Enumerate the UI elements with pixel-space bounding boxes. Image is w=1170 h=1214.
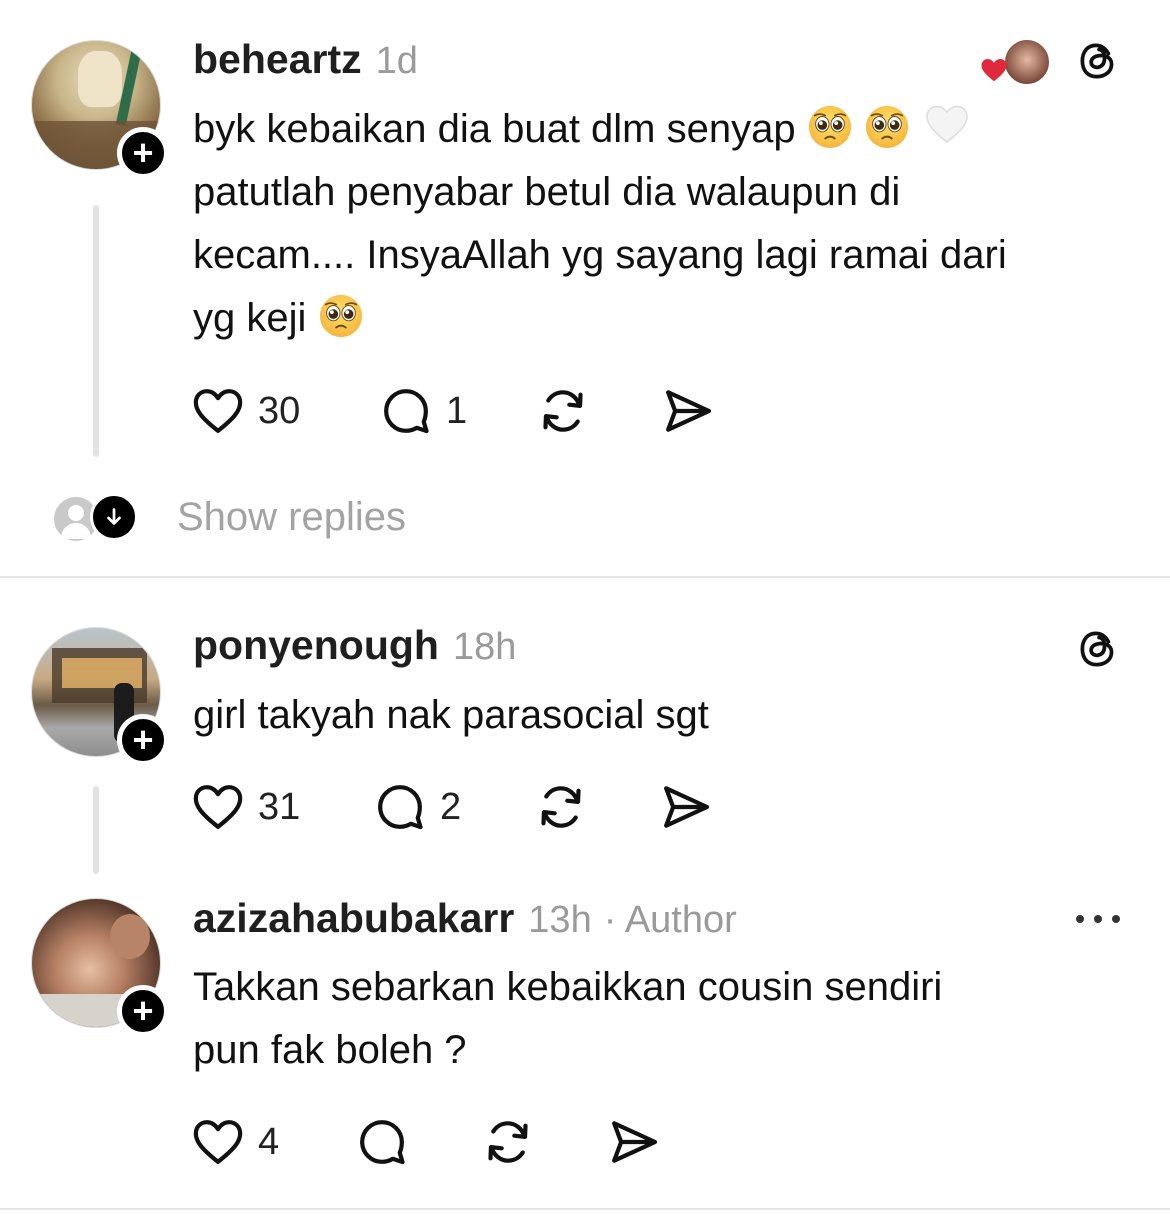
follow-plus-button[interactable]: + bbox=[117, 127, 169, 179]
threads-logo-icon[interactable] bbox=[1073, 624, 1123, 679]
more-dots-icon[interactable] bbox=[1072, 905, 1124, 933]
pleading-face-emoji bbox=[807, 104, 853, 150]
send-icon bbox=[660, 383, 716, 439]
post-text: byk kebaikan dia buat dlm senyap patutla… bbox=[193, 98, 1143, 350]
pleading-face-emoji bbox=[864, 104, 910, 150]
pleading-face-emoji bbox=[318, 293, 364, 339]
repost-button[interactable] bbox=[480, 1114, 536, 1170]
repost-icon bbox=[533, 779, 589, 835]
repost-button[interactable] bbox=[535, 383, 591, 439]
timestamp: 13h bbox=[528, 899, 592, 941]
author-tag: · Author bbox=[603, 899, 737, 941]
reply-count: 1 bbox=[446, 389, 468, 432]
white-heart-emoji bbox=[926, 105, 968, 144]
repost-button[interactable] bbox=[533, 779, 589, 835]
send-icon bbox=[658, 779, 714, 835]
post-text: Takkan sebarkan kebaikkan cousin sendiri… bbox=[193, 965, 943, 1072]
post-text: girl takyah nak parasocial sgt bbox=[193, 693, 709, 737]
thread-line bbox=[93, 205, 99, 457]
username[interactable]: beheartz bbox=[193, 36, 362, 83]
threads-logo-icon[interactable] bbox=[1073, 36, 1123, 91]
divider bbox=[0, 1208, 1170, 1210]
repost-icon bbox=[480, 1114, 536, 1170]
speech-bubble-icon bbox=[372, 779, 428, 835]
heart-outline-icon bbox=[190, 779, 246, 835]
heart-outline-icon bbox=[190, 383, 246, 439]
follow-plus-button[interactable]: + bbox=[117, 985, 169, 1037]
reply-button[interactable]: 2 bbox=[372, 779, 461, 835]
arrow-down-icon bbox=[90, 493, 138, 541]
send-icon bbox=[606, 1114, 662, 1170]
thread-line bbox=[93, 786, 99, 874]
like-count: 31 bbox=[258, 785, 301, 828]
repost-icon bbox=[535, 383, 591, 439]
show-replies-label: Show replies bbox=[177, 495, 407, 539]
like-button[interactable]: 31 bbox=[190, 779, 300, 835]
username[interactable]: azizahabubakarr bbox=[193, 895, 514, 942]
follow-plus-button[interactable]: + bbox=[117, 714, 169, 766]
speech-bubble-icon bbox=[354, 1114, 410, 1170]
liked-heart-icon bbox=[978, 55, 1010, 90]
like-count: 4 bbox=[258, 1120, 280, 1163]
timestamp: 18h bbox=[452, 626, 517, 668]
share-button[interactable] bbox=[660, 383, 716, 439]
share-button[interactable] bbox=[658, 779, 714, 835]
divider bbox=[0, 576, 1170, 578]
reply-button[interactable]: 1 bbox=[378, 383, 467, 439]
speech-bubble-icon bbox=[378, 383, 434, 439]
like-count: 30 bbox=[258, 389, 301, 432]
liked-by-avatar[interactable] bbox=[1003, 38, 1051, 86]
reply-count: 2 bbox=[440, 785, 462, 828]
show-replies-button[interactable]: Show replies bbox=[52, 493, 452, 543]
heart-outline-icon bbox=[190, 1114, 246, 1170]
username[interactable]: ponyenough bbox=[193, 622, 439, 669]
share-button[interactable] bbox=[606, 1114, 662, 1170]
timestamp: 1d bbox=[375, 40, 418, 82]
reply-button[interactable] bbox=[354, 1114, 410, 1170]
like-button[interactable]: 30 bbox=[190, 383, 300, 439]
like-button[interactable]: 4 bbox=[190, 1114, 279, 1170]
